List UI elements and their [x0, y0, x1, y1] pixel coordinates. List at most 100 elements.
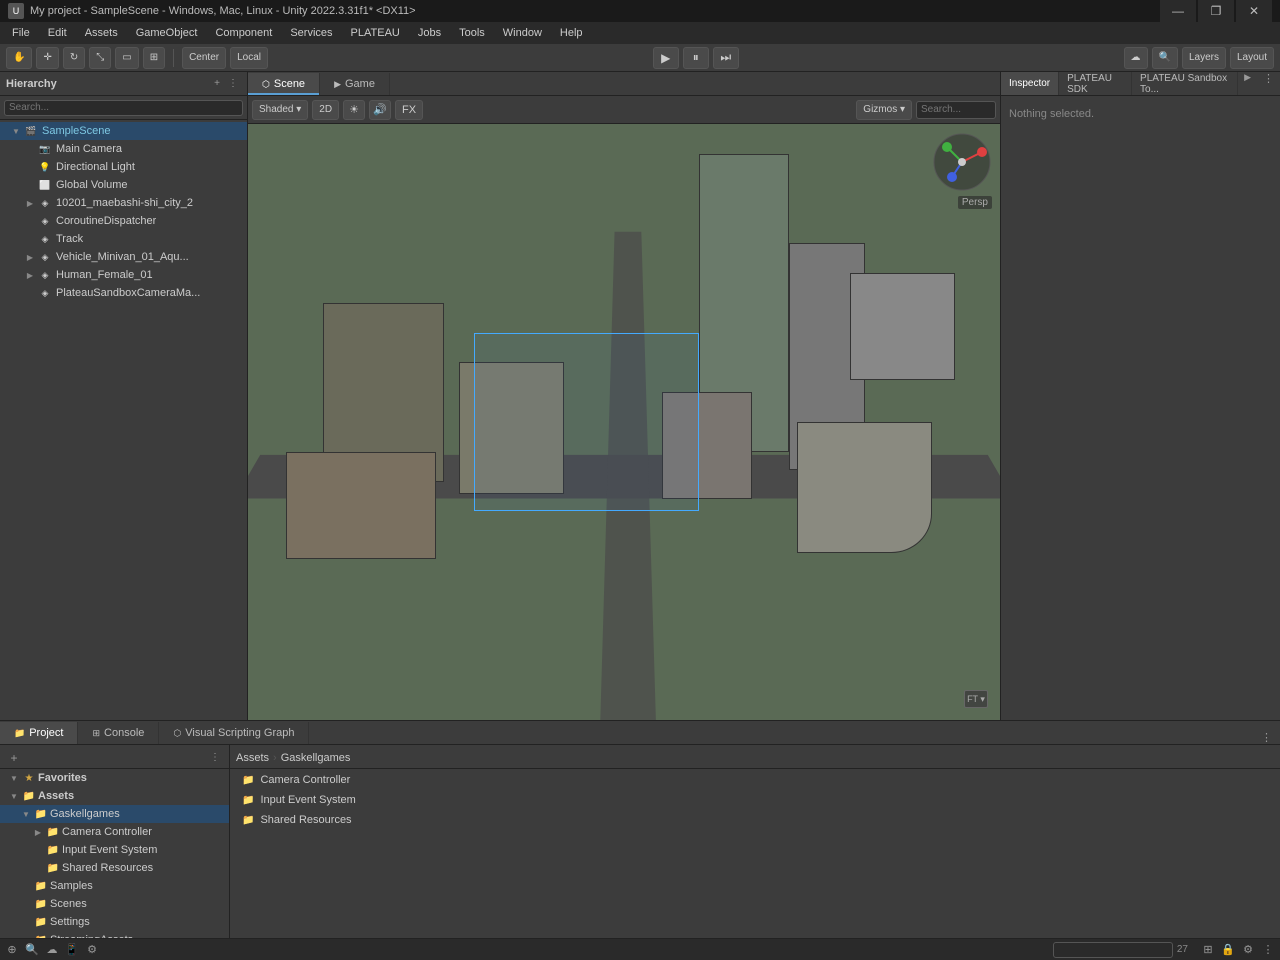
project-tree-item-camcontroller[interactable]: ▶📁Camera Controller — [0, 823, 229, 841]
bottom-status-icon-2[interactable]: 🔍 — [24, 942, 40, 958]
inspector-more-button[interactable]: ▶ — [1238, 72, 1257, 95]
project-tree-item-settings[interactable]: 📁Settings — [0, 913, 229, 931]
hierarchy-item-maincamera[interactable]: 📷Main Camera — [0, 140, 247, 158]
project-tree-item-assets[interactable]: ▼📁Assets — [0, 787, 229, 805]
hierarchy-item-coroutine[interactable]: ◈CoroutineDispatcher — [0, 212, 247, 230]
transform-tool-button[interactable]: ⊞ — [143, 47, 165, 69]
audio-button[interactable]: 🔊 — [369, 100, 391, 120]
hierarchy-item-globalvol[interactable]: ⬜Global Volume — [0, 176, 247, 194]
more-button[interactable]: ⋮ — [1260, 942, 1276, 958]
space-button[interactable]: Local — [230, 47, 268, 69]
hier-arrow-samplescene[interactable]: ▼ — [10, 125, 22, 137]
bottom-tab-console[interactable]: ⊞Console — [78, 722, 159, 744]
hierarchy-more-button[interactable]: ⋮ — [225, 76, 241, 92]
bottom-tabs-lock[interactable]: ⋮ — [1253, 731, 1280, 744]
menu-item-assets[interactable]: Assets — [77, 25, 126, 41]
project-search-input[interactable] — [1053, 942, 1173, 958]
proj-label-samples: Samples — [50, 880, 93, 892]
toolbar-separator-1 — [173, 49, 174, 67]
fx-button[interactable]: FX — [395, 100, 423, 120]
project-more-button[interactable]: ⋮ — [207, 750, 223, 766]
hierarchy-search-input[interactable] — [4, 100, 243, 116]
menu-item-plateau[interactable]: PLATEAU — [343, 25, 408, 41]
project-add-button[interactable]: + — [6, 750, 22, 766]
menu-item-gameobject[interactable]: GameObject — [128, 25, 206, 41]
project-tree-item-scenes[interactable]: 📁Scenes — [0, 895, 229, 913]
hier-arrow-vehicle[interactable]: ▶ — [24, 251, 36, 263]
bottom-tab-project[interactable]: 📁Project — [0, 722, 78, 744]
scene-search-input[interactable] — [916, 101, 996, 119]
project-tree-item-gaskellgames[interactable]: ▼📁Gaskellgames — [0, 805, 229, 823]
bottom-status-icon-4[interactable]: 📱 — [64, 942, 80, 958]
layers-button[interactable]: Layers — [1182, 47, 1226, 69]
bottom-tab-vscript[interactable]: ⬡Visual Scripting Graph — [159, 722, 309, 744]
inspector-tab-inspector[interactable]: Inspector — [1001, 72, 1059, 95]
shaded-button[interactable]: Shaded ▾ — [252, 100, 308, 120]
pause-button[interactable]: ⏸ — [683, 47, 709, 69]
menu-item-edit[interactable]: Edit — [40, 25, 75, 41]
project-file-inputevt[interactable]: 📁Input Event System — [230, 791, 1280, 809]
close-button[interactable]: ✕ — [1236, 0, 1272, 22]
scene-control-1[interactable]: FT ▾ — [964, 690, 988, 708]
hierarchy-item-samplescene[interactable]: ▼🎬SampleScene — [0, 122, 247, 140]
menu-item-help[interactable]: Help — [552, 25, 591, 41]
project-tree-item-favorites[interactable]: ▼★Favorites — [0, 769, 229, 787]
lock-button[interactable]: 🔒 — [1220, 942, 1236, 958]
scale-tool-button[interactable]: ⤡ — [89, 47, 111, 69]
hierarchy-item-dirlight[interactable]: 💡Directional Light — [0, 158, 247, 176]
menu-item-component[interactable]: Component — [207, 25, 280, 41]
step-button[interactable]: ⏭ — [713, 47, 739, 69]
menu-item-services[interactable]: Services — [282, 25, 340, 41]
search-button[interactable]: 🔍 — [1152, 47, 1178, 69]
proj-arrow-camcontroller[interactable]: ▶ — [32, 828, 44, 837]
cloud-button[interactable]: ☁ — [1124, 47, 1148, 69]
breadcrumb-item-1[interactable]: Gaskellgames — [281, 752, 351, 764]
bottom-status-icon-3[interactable]: ☁ — [44, 942, 60, 958]
project-tree-item-sharedres[interactable]: 📁Shared Resources — [0, 859, 229, 877]
scene-3d-view[interactable]: Persp FT ▾ — [248, 124, 1000, 720]
filter-button[interactable]: ⊞ — [1200, 942, 1216, 958]
hierarchy-item-vehicle[interactable]: ▶◈Vehicle_Minivan_01_Aqu... — [0, 248, 247, 266]
move-tool-button[interactable]: ✛ — [36, 47, 58, 69]
menu-item-window[interactable]: Window — [495, 25, 550, 41]
hierarchy-item-human[interactable]: ▶◈Human_Female_01 — [0, 266, 247, 284]
project-file-camctrl[interactable]: 📁Camera Controller — [230, 771, 1280, 789]
gizmos-button[interactable]: Gizmos ▾ — [856, 100, 912, 120]
maximize-button[interactable]: ❐ — [1198, 0, 1234, 22]
hand-tool-button[interactable]: ✋ — [6, 47, 32, 69]
inspector-tab-plateauSandbox[interactable]: PLATEAU Sandbox To... — [1132, 72, 1238, 95]
project-tree-item-inputevent[interactable]: 📁Input Event System — [0, 841, 229, 859]
hier-arrow-maebashi[interactable]: ▶ — [24, 197, 36, 209]
menu-item-file[interactable]: File — [4, 25, 38, 41]
menu-item-tools[interactable]: Tools — [451, 25, 493, 41]
play-button[interactable]: ▶ — [653, 47, 679, 69]
menu-item-jobs[interactable]: Jobs — [410, 25, 449, 41]
hierarchy-item-plateaucam[interactable]: ◈PlateauSandboxCameraMa... — [0, 284, 247, 302]
minimize-button[interactable]: — — [1160, 0, 1196, 22]
layout-button[interactable]: Layout — [1230, 47, 1274, 69]
2d-button[interactable]: 2D — [312, 100, 339, 120]
hier-arrow-human[interactable]: ▶ — [24, 269, 36, 281]
hierarchy-item-track[interactable]: ◈Track — [0, 230, 247, 248]
lighting-button[interactable]: ☀ — [343, 100, 365, 120]
proj-arrow-favorites[interactable]: ▼ — [8, 774, 20, 783]
pivot-button[interactable]: Center — [182, 47, 226, 69]
hierarchy-add-button[interactable]: + — [209, 76, 225, 92]
settings-button[interactable]: ⚙ — [1240, 942, 1256, 958]
inspector-tab-plateauSdk[interactable]: PLATEAU SDK — [1059, 72, 1132, 95]
proj-arrow-gaskellgames[interactable]: ▼ — [20, 810, 32, 819]
project-file-sharedresources[interactable]: 📁Shared Resources — [230, 811, 1280, 829]
bottom-status-icon-5[interactable]: ⚙ — [84, 942, 100, 958]
rotate-tool-button[interactable]: ↻ — [63, 47, 85, 69]
rect-tool-button[interactable]: ▭ — [115, 47, 138, 69]
project-tree-item-streaming[interactable]: 📁StreamingAssets — [0, 931, 229, 938]
bottom-status-icon-1[interactable]: ⊕ — [4, 942, 20, 958]
breadcrumb-item-0[interactable]: Assets — [236, 752, 269, 764]
proj-arrow-assets[interactable]: ▼ — [8, 792, 20, 801]
viewport[interactable]: Persp FT ▾ — [248, 124, 1000, 720]
hierarchy-item-maebashi[interactable]: ▶◈10201_maebashi-shi_city_2 — [0, 194, 247, 212]
inspector-menu-button[interactable]: ⋮ — [1257, 72, 1280, 95]
view-tab-scene[interactable]: ⬡Scene — [248, 73, 320, 95]
view-tab-game[interactable]: ▶Game — [320, 73, 390, 95]
project-tree-item-samples[interactable]: 📁Samples — [0, 877, 229, 895]
